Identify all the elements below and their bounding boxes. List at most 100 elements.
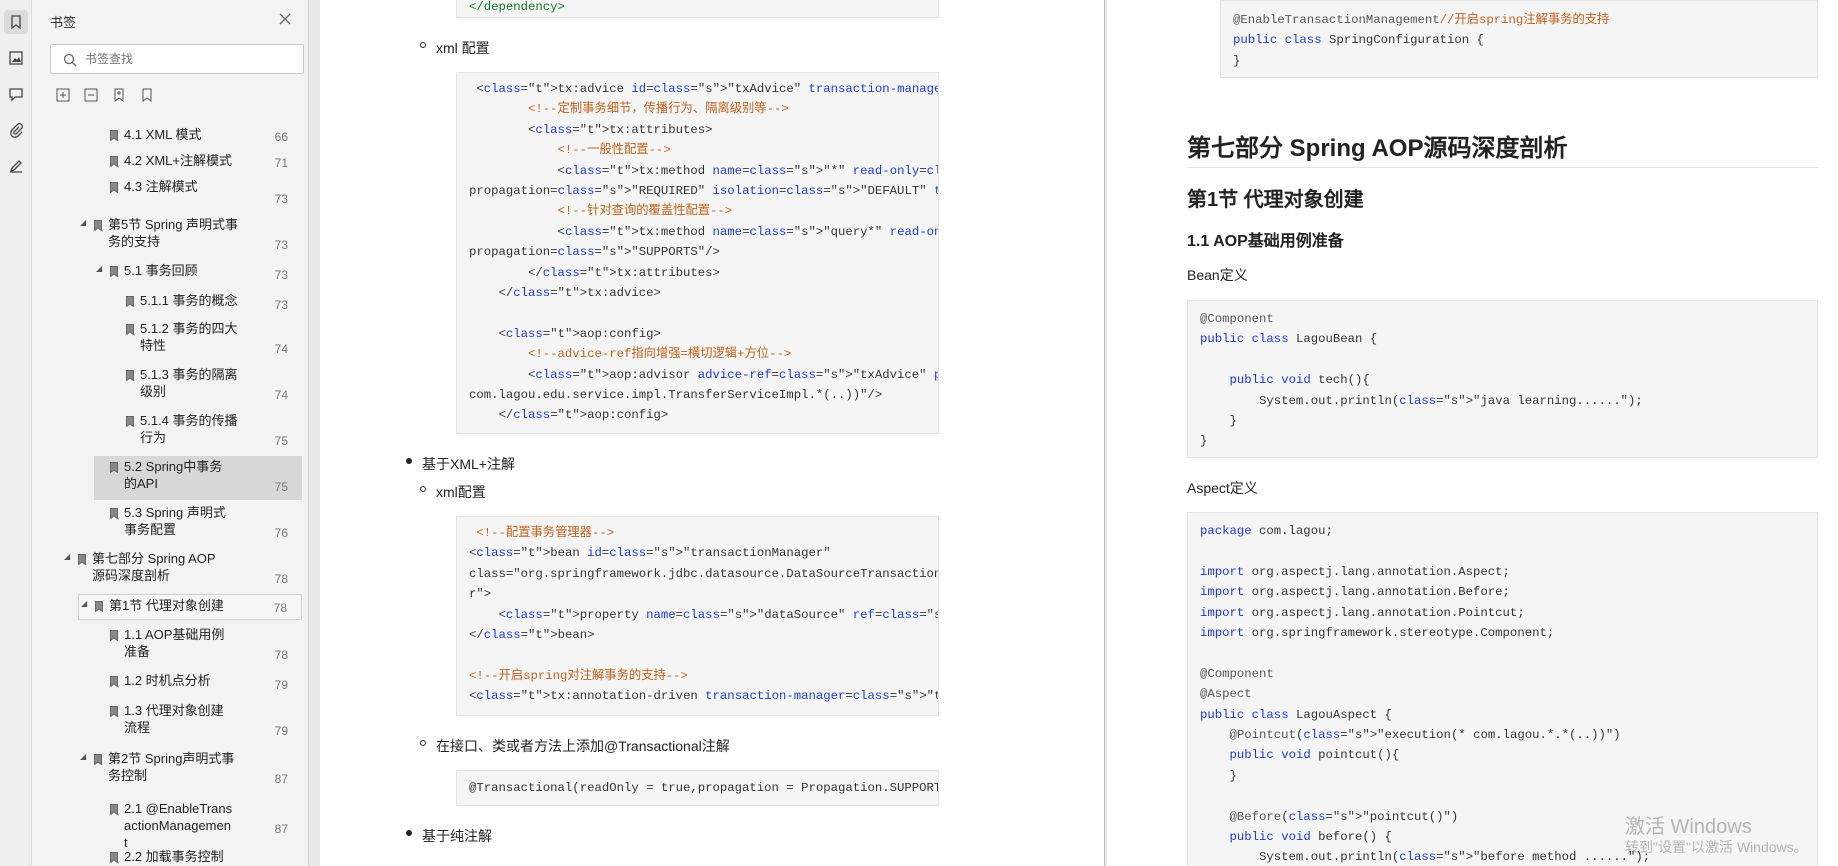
code-line: </class="t">bean>: [469, 628, 595, 642]
bookmark-item-icon: [95, 601, 103, 612]
bookmark-tree-item[interactable]: 2.2 加载事务控制组件88: [94, 846, 302, 866]
expand-arrow-icon[interactable]: ◢: [80, 219, 88, 227]
bullet-text: 基于XML+注解: [422, 456, 515, 472]
expand-arrow-icon[interactable]: ◢: [80, 753, 88, 761]
bookmark-page-number: 73: [274, 268, 288, 282]
close-icon[interactable]: [276, 10, 294, 28]
bookmark-item-label: 5.1.1 事务的概念: [140, 293, 238, 308]
bullet-dot: [420, 486, 426, 492]
expand-arrow-icon[interactable]: ◢: [96, 265, 104, 273]
bookmark-tree-item[interactable]: ◢ 第2节 Spring声明式事务控制 87: [78, 748, 302, 792]
bookmark-item-icon: [110, 630, 118, 641]
bookmark-tree-item[interactable]: 5.1.2 事务的四大特性 74: [110, 318, 302, 362]
code-line: <class="t">tx:advice id=class="s">"txAdv…: [469, 82, 939, 96]
bookmark-item-label: 5.1 事务回顾: [124, 263, 198, 278]
panel-title: 书签: [50, 15, 77, 30]
bookmark-page-number: 79: [274, 678, 288, 692]
code-line: <!--定制事务细节，传播行为、隔离级别等-->: [469, 102, 789, 117]
code-block-transaction-manager: <!--配置事务管理器--> <class="t">bean id=class="…: [456, 516, 939, 716]
expand-arrow-icon[interactable]: ◢: [81, 600, 89, 608]
bookmark-item-icon: [110, 462, 118, 473]
bookmark-page-number: 73: [274, 192, 288, 206]
bookmark-tree-item[interactable]: 4.1 XML 模式 66: [94, 124, 302, 150]
bookmark-item-icon: [110, 266, 118, 277]
bookmark-item-icon: [94, 754, 102, 765]
pdf-reader-window: 书签 4.1 XML 模式664.2 XML+注解模式714.3 注解模式73◢…: [0, 0, 1838, 866]
bookmark-toolbar: [54, 86, 156, 106]
bookmark-tree-item[interactable]: 5.1.4 事务的传播行为 75: [110, 410, 302, 454]
expand-all-icon[interactable]: [54, 86, 72, 104]
bookmark-item-label: 第七部分 Spring AOP源码深度剖析: [92, 551, 216, 583]
bookmark-page-number: 73: [274, 238, 288, 252]
bookmark-page-number: 79: [274, 724, 288, 738]
comment-icon[interactable]: [4, 82, 28, 106]
subsection-heading: 第1节 代理对象创建: [1187, 189, 1364, 211]
bookmark-item-icon: [110, 182, 118, 193]
section-heading: 第七部分 Spring AOP源码深度剖析: [1187, 135, 1568, 162]
code-line: <class="t">tx:attributes>: [469, 122, 713, 137]
sub-subsection-heading: 1.1 AOP基础用例准备: [1187, 233, 1344, 250]
signature-icon[interactable]: [4, 154, 28, 178]
side-rail: [0, 0, 32, 866]
code-line: <class="t">aop:config>: [469, 326, 661, 341]
code-line: import org.aspectj.lang.annotation.Point…: [1200, 605, 1525, 620]
add-bookmark-icon[interactable]: [110, 86, 128, 104]
bookmark-tree-item[interactable]: 5.3 Spring 声明式事务配置 76: [94, 502, 302, 546]
expand-arrow-icon[interactable]: ◢: [64, 553, 72, 561]
bookmark-tree-item[interactable]: 1.1 AOP基础用例准备 78: [94, 624, 302, 668]
bookmark-item-label: 第2节 Spring声明式事务控制: [108, 751, 235, 783]
bookmark-tree-item[interactable]: 4.3 注解模式 73: [94, 176, 302, 212]
bookmark-tree-item[interactable]: 2.1 @EnableTransactionManagement 87: [94, 798, 302, 850]
bookmark-tree-item[interactable]: ◢ 第5节 Spring 声明式事务的支持 73: [78, 214, 302, 258]
bookmark-item-icon: [126, 324, 134, 335]
bookmark-outline-icon[interactable]: [138, 86, 156, 104]
code-line: import org.aspectj.lang.annotation.Befor…: [1200, 585, 1510, 600]
bookmark-tree-item[interactable]: 4.2 XML+注解模式 71: [94, 150, 302, 176]
bookmark-item-label: 第1节 代理对象创建: [109, 598, 224, 613]
image-icon[interactable]: [4, 46, 28, 70]
bookmark-search[interactable]: [50, 44, 304, 74]
code-block-transactional: @Transactional(readOnly = true,propagati…: [456, 770, 939, 806]
bookmark-tree-item[interactable]: 5.2 Spring中事务的API 75: [94, 456, 302, 500]
bookmark-item-icon: [94, 220, 102, 231]
bookmark-icon[interactable]: [4, 10, 28, 34]
bookmark-item-label: 5.1.3 事务的隔离级别: [140, 367, 238, 399]
bookmark-page-number: 78: [273, 601, 287, 615]
bookmark-tree-item[interactable]: 1.3 代理对象创建流程 79: [94, 700, 302, 744]
attachment-icon[interactable]: [4, 118, 28, 142]
code-line: public class LagouBean {: [1200, 332, 1378, 347]
bookmark-item-icon: [110, 706, 118, 717]
code-block-tx-advice: <class="t">tx:advice id=class="s">"txAdv…: [456, 72, 939, 434]
bookmark-tree-item[interactable]: ◢ 第七部分 Spring AOP源码深度剖析 78: [62, 548, 302, 592]
bookmark-tree-item[interactable]: 5.1.3 事务的隔离级别 74: [110, 364, 302, 408]
bookmark-item-icon: [110, 852, 118, 863]
search-icon: [63, 53, 77, 67]
bullet-text: xml配置: [436, 484, 486, 500]
code-line: <class="t">bean id=class="s">"transactio…: [469, 546, 831, 561]
collapse-all-icon[interactable]: [82, 86, 100, 104]
code-line: @Pointcut(class="s">"execution(* com.lag…: [1229, 728, 1621, 742]
document-page-left: </dependency> xml 配置 <class="t">tx:advic…: [320, 0, 1105, 866]
bookmark-search-input[interactable]: [85, 49, 295, 69]
code-line: <!--针对查询的覆盖性配置-->: [469, 204, 733, 219]
bullet-dot: [420, 42, 426, 48]
bookmark-item-icon: [126, 296, 134, 307]
heading-rule: [1187, 167, 1818, 168]
bookmark-tree-item[interactable]: 1.2 时机点分析 79: [94, 670, 302, 698]
bookmark-item-label: 4.1 XML 模式: [124, 127, 202, 142]
code-line: <class="t">aop:advisor advice-ref=class=…: [469, 367, 938, 382]
bullet-dot: [406, 830, 412, 836]
code-line: @Component: [1200, 666, 1274, 681]
code-line: @Transactional(readOnly = true,propagati…: [469, 781, 939, 795]
code-line: <class="t">tx:annotation-driven transact…: [469, 689, 938, 704]
bookmark-item-label: 1.3 代理对象创建流程: [124, 703, 224, 735]
code-line: public class SpringConfiguration {: [1233, 33, 1484, 48]
bookmark-item-label: 5.3 Spring 声明式事务配置: [124, 505, 226, 537]
bookmark-tree-item[interactable]: ◢ 第1节 代理对象创建 78: [78, 594, 302, 620]
code-line: <class="t">property name=class="s">"data…: [469, 607, 938, 622]
paragraph: Aspect定义: [1187, 480, 1258, 496]
code-line: import org.aspectj.lang.annotation.Aspec…: [1200, 564, 1510, 579]
bookmark-page-number: 73: [274, 298, 288, 312]
bookmark-tree-item[interactable]: ◢ 5.1 事务回顾 73: [94, 260, 302, 288]
bookmark-tree-item[interactable]: 5.1.1 事务的概念 73: [110, 290, 302, 318]
